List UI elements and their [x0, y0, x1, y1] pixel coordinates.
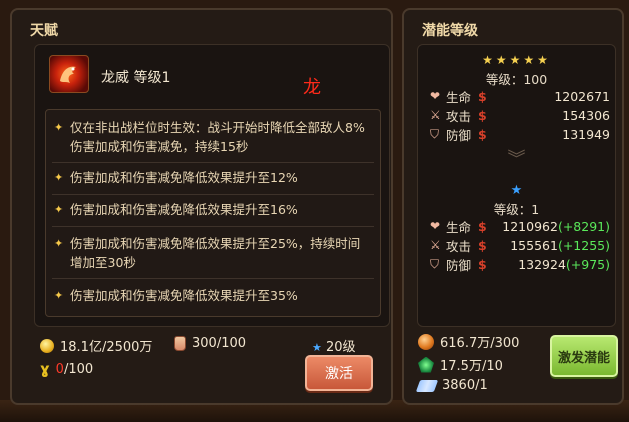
blue-star-icon: ★ [312, 341, 322, 354]
potential-stats: ★★★★★ 等级：100 ❤ 生命 $ 1202671 ⚔ 攻击 $ 15430… [417, 44, 616, 327]
blue-star-icon: ★ [510, 183, 523, 198]
effect-item: ✦ 伤害加成和伤害减免降低效果提升至25%，持续时间增加至30秒 [54, 234, 372, 272]
star-bullet-icon: ✦ [54, 289, 64, 302]
dragon-icon [49, 55, 89, 93]
stat-label: 生命 [446, 89, 472, 105]
divider [52, 226, 374, 227]
potential-panel-title: 潜能等级 [422, 23, 478, 39]
scroll-icon [415, 379, 439, 392]
stat-value: 1210962(+8291) [494, 219, 610, 234]
stat-row-hp: ❤ 生命 $ 1202671 [430, 87, 610, 105]
orb-resource-value: 616.7万/300 [440, 336, 520, 351]
divider [52, 162, 374, 163]
sword-icon: ⚔ [430, 238, 441, 252]
orb-icon [418, 333, 434, 350]
stat-row-def: ⛉ 防御 $ 131949 [430, 125, 610, 143]
jar-cost: 300/100 [174, 336, 246, 351]
gold-cost: 18.1亿/2500万 [40, 336, 152, 355]
effect-text: 伤害加成和伤害减免降低效果提升至25%，持续时间增加至30秒 [70, 236, 361, 270]
jar-cost-value: 300/100 [192, 336, 247, 351]
effect-item: ✦ 伤害加成和伤害减免降低效果提升至35% [54, 286, 372, 305]
talent-tag: 龙 [303, 77, 321, 98]
stat-number: 132924 [518, 256, 566, 272]
stat-number: 155561 [510, 237, 558, 253]
stat-value: 154306 [562, 107, 610, 123]
level-requirement: ★ 20级 [312, 336, 356, 355]
jar-icon [174, 336, 186, 351]
talent-panel: 天赋 龙威 等级1 龙 ✦ 仅在非出战栏位时生效：战斗开始时降低全部敌人8%伤害… [10, 8, 393, 405]
talent-details: 龙威 等级1 龙 ✦ 仅在非出战栏位时生效：战斗开始时降低全部敌人8%伤害加成和… [34, 44, 390, 327]
scroll-resource: 3860/1 [415, 378, 488, 393]
currency-icon: $ [478, 237, 487, 253]
chevron-down-icon: ︾ [507, 149, 526, 170]
divider [52, 194, 374, 195]
stat-value: 1202671 [554, 88, 610, 104]
currency-icon: $ [478, 218, 487, 234]
heart-icon: ❤ [430, 89, 441, 103]
gem-resource: 17.5万/10 [418, 355, 503, 374]
stat-row-atk-next: ⚔ 攻击 $ 155561(+1255) [430, 236, 610, 254]
activate-button[interactable]: 激活 [305, 355, 373, 391]
bottom-level: 等级：1 [493, 202, 540, 217]
heart-icon: ❤ [430, 219, 441, 233]
effect-item: ✦ 伤害加成和伤害减免降低效果提升至12% [54, 168, 372, 187]
star-bullet-icon: ✦ [54, 203, 64, 216]
v-total-value: /100 [63, 361, 94, 377]
stat-row-atk: ⚔ 攻击 $ 154306 [430, 106, 610, 124]
stat-label: 防御 [446, 127, 472, 143]
gem-resource-value: 17.5万/10 [440, 359, 503, 374]
currency-icon: $ [478, 126, 487, 142]
effect-item: ✦ 仅在非出战栏位时生效：战斗开始时降低全部敌人8%伤害加成和伤害减免，持续15… [54, 118, 372, 156]
gold-cost-value: 18.1亿/2500万 [60, 340, 153, 355]
stat-label: 生命 [446, 219, 472, 235]
effect-text: 伤害加成和伤害减免降低效果提升至35% [70, 288, 298, 303]
currency-icon: $ [478, 107, 487, 123]
burst-potential-button[interactable]: 激发潜能 [550, 335, 618, 377]
gold-stars-icon: ★★★★★ [482, 53, 551, 67]
dragon-glyph-icon [60, 66, 76, 83]
gem-icon [418, 356, 434, 373]
top-level: 等级：100 [485, 72, 548, 87]
coin-icon [40, 338, 54, 353]
effect-text: 伤害加成和伤害减免降低效果提升至16% [70, 202, 298, 217]
effect-text: 伤害加成和伤害减免降低效果提升至12% [70, 170, 298, 185]
talent-panel-title: 天赋 [30, 23, 58, 39]
stat-value: 131949 [562, 126, 610, 142]
divider [52, 278, 374, 279]
stat-label: 攻击 [446, 108, 472, 124]
level-requirement-text: 20级 [326, 340, 356, 355]
star-bullet-icon: ✦ [54, 171, 64, 184]
sword-icon: ⚔ [430, 108, 441, 122]
stat-row-hp-next: ❤ 生命 $ 1210962(+8291) [430, 217, 610, 235]
stat-row-def-next: ⛉ 防御 $ 132924(+975) [430, 255, 610, 273]
scroll-resource-value: 3860/1 [442, 378, 488, 393]
effect-list[interactable]: ✦ 仅在非出战栏位时生效：战斗开始时降低全部敌人8%伤害加成和伤害减免，持续15… [45, 109, 381, 317]
v-emblem-icon: ɣ [40, 360, 50, 378]
currency-icon: $ [478, 88, 487, 104]
shield-icon: ⛉ [430, 126, 440, 141]
stat-value: 155561(+1255) [494, 238, 610, 253]
stat-number: 1210962 [502, 218, 558, 234]
effect-item: ✦ 伤害加成和伤害减免降低效果提升至16% [54, 200, 372, 219]
effect-text: 仅在非出战栏位时生效：战斗开始时降低全部敌人8%伤害加成和伤害减免，持续15秒 [70, 120, 365, 154]
stat-label: 防御 [446, 257, 472, 273]
orb-resource: 616.7万/300 [418, 332, 519, 351]
stat-bonus: (+1255) [557, 237, 610, 253]
talent-name: 龙威 等级1 [101, 70, 171, 86]
potential-panel: 潜能等级 ★★★★★ 等级：100 ❤ 生命 $ 1202671 ⚔ 攻击 $ … [402, 8, 624, 405]
stat-bonus: (+8291) [557, 218, 610, 234]
shield-icon: ⛉ [430, 256, 440, 271]
stat-bonus: (+975) [565, 256, 610, 272]
star-bullet-icon: ✦ [54, 121, 64, 134]
v-current-value: 0 [55, 361, 64, 377]
v-cost: ɣ 0/100 [40, 360, 93, 378]
stat-label: 攻击 [446, 238, 472, 254]
stat-value: 132924(+975) [494, 257, 610, 272]
currency-icon: $ [478, 256, 487, 272]
star-bullet-icon: ✦ [54, 237, 64, 250]
